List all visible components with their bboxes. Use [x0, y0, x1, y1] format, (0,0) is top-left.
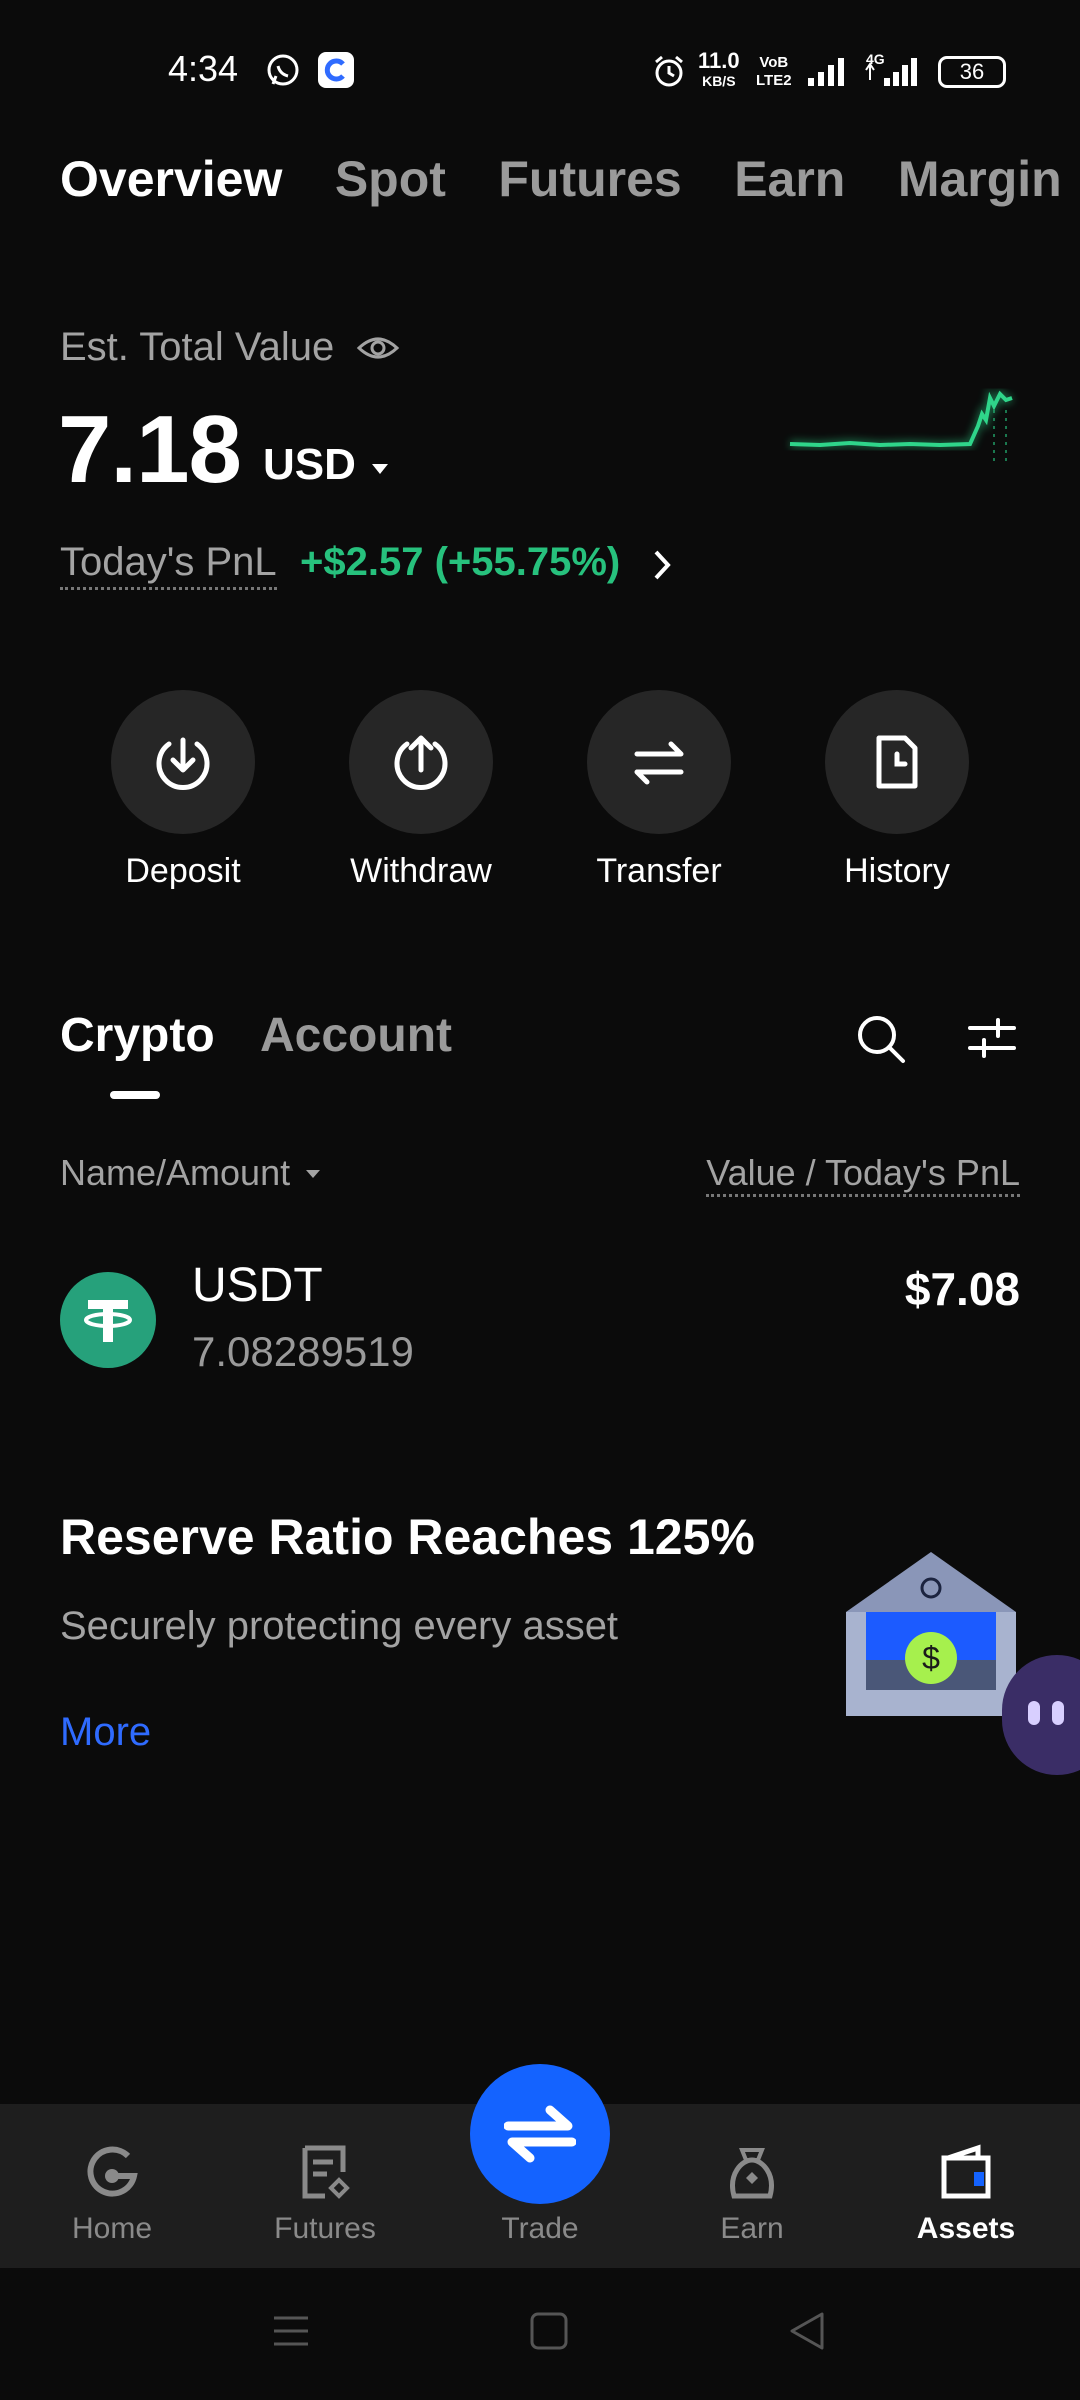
asset-symbol: USDT	[192, 1259, 323, 1312]
earn-icon	[730, 2148, 774, 2199]
est-total-value-label: Est. Total Value	[60, 325, 335, 369]
signal-icon	[808, 58, 844, 86]
transfer-icon	[634, 741, 684, 785]
withdraw-button[interactable]: Withdraw	[321, 690, 521, 891]
top-tabs: Overview Spot Futures Earn Margin	[60, 150, 1080, 220]
transfer-circle[interactable]	[587, 690, 731, 834]
history-button[interactable]: History	[797, 690, 997, 891]
promo-subtitle: Securely protecting every asset	[60, 1604, 619, 1648]
chat-eye-left	[1028, 1701, 1040, 1725]
tab-indicator	[110, 1091, 160, 1099]
tab-account[interactable]: Account	[260, 1008, 452, 1063]
history-circle[interactable]	[825, 690, 969, 834]
whatsapp-icon	[267, 54, 299, 86]
trade-icon	[504, 2105, 576, 2163]
value-pnl-header[interactable]: Value / Today's PnL	[706, 1152, 1020, 1197]
status-time: 4:34	[168, 48, 239, 89]
promo-more-link[interactable]: More	[60, 1710, 151, 1755]
bank-icon: $	[846, 1552, 1016, 1716]
system-nav-bar	[0, 2268, 1080, 2400]
home-square-icon[interactable]	[528, 2310, 570, 2352]
app-notification-icon	[318, 52, 354, 88]
balance-sparkline	[789, 385, 1014, 466]
battery-level: 36	[959, 59, 985, 84]
nav-trade-label: Trade	[501, 2212, 579, 2245]
net-speed: 11.0 KB/S	[698, 50, 740, 90]
transfer-button[interactable]: Transfer	[559, 690, 759, 891]
tab-earn[interactable]: Earn	[734, 150, 845, 208]
tab-crypto[interactable]: Crypto	[60, 1008, 215, 1063]
tether-glyph	[84, 1300, 132, 1342]
name-amount-sort[interactable]: Name/Amount	[60, 1152, 290, 1194]
withdraw-circle[interactable]	[349, 690, 493, 834]
asset-value: $7.08	[904, 1263, 1020, 1315]
dollar-sign-icon: $	[922, 1640, 940, 1676]
tab-spot[interactable]: Spot	[335, 150, 446, 208]
back-icon[interactable]	[786, 2310, 828, 2352]
search-icon[interactable]	[854, 1012, 908, 1066]
sort-caret-icon[interactable]	[304, 1168, 322, 1180]
withdraw-label: Withdraw	[350, 852, 492, 890]
deposit-circle[interactable]	[111, 690, 255, 834]
asset-amount: 7.08289519	[192, 1328, 414, 1375]
nav-futures-label: Futures	[274, 2212, 376, 2245]
status-bar: 4:34 11.0 KB/S VoB LTE2 4G 36	[0, 0, 1080, 140]
menu-icon[interactable]	[270, 2310, 312, 2352]
deposit-label: Deposit	[125, 852, 241, 890]
withdraw-icon	[394, 735, 448, 790]
net-speed-value: 11.0	[698, 48, 740, 73]
volte-bottom: LTE2	[756, 72, 792, 89]
deposit-icon	[156, 737, 210, 790]
futures-icon	[302, 2145, 350, 2199]
net-speed-unit: KB/S	[702, 73, 736, 89]
alarm-icon	[655, 55, 683, 87]
history-label: History	[844, 852, 950, 890]
trade-button[interactable]	[470, 2064, 610, 2204]
currency-selector[interactable]: USD	[263, 440, 356, 490]
wallet-icon	[941, 2144, 991, 2199]
eye-icon[interactable]	[356, 328, 400, 368]
filter-icon[interactable]	[966, 1014, 1018, 1062]
transfer-label: Transfer	[596, 852, 722, 890]
total-value: 7.18	[58, 396, 242, 503]
home-icon	[87, 2146, 138, 2197]
battery-icon: 36	[938, 56, 1006, 88]
deposit-button[interactable]: Deposit	[83, 690, 283, 891]
chat-eye-right	[1052, 1701, 1064, 1725]
nav-home-label: Home	[71, 2212, 153, 2245]
nav-assets-label: Assets	[916, 2212, 1016, 2245]
tab-overview[interactable]: Overview	[60, 150, 282, 208]
todays-pnl-value[interactable]: +$2.57 (+55.75%)	[300, 540, 620, 585]
chevron-right-icon[interactable]	[650, 548, 674, 582]
tab-futures[interactable]: Futures	[498, 150, 681, 208]
nav-earn-label: Earn	[720, 2212, 784, 2245]
promo-title: Reserve Ratio Reaches 125%	[60, 1509, 755, 1565]
tab-margin[interactable]: Margin	[898, 150, 1062, 208]
signal-icon-2	[865, 58, 917, 86]
tether-icon	[60, 1272, 156, 1368]
volte-indicator: VoB LTE2	[756, 54, 792, 90]
volte-top: VoB	[759, 54, 789, 71]
caret-down-icon[interactable]	[370, 462, 390, 476]
todays-pnl-label[interactable]: Today's PnL	[60, 540, 277, 590]
history-icon	[876, 735, 918, 789]
